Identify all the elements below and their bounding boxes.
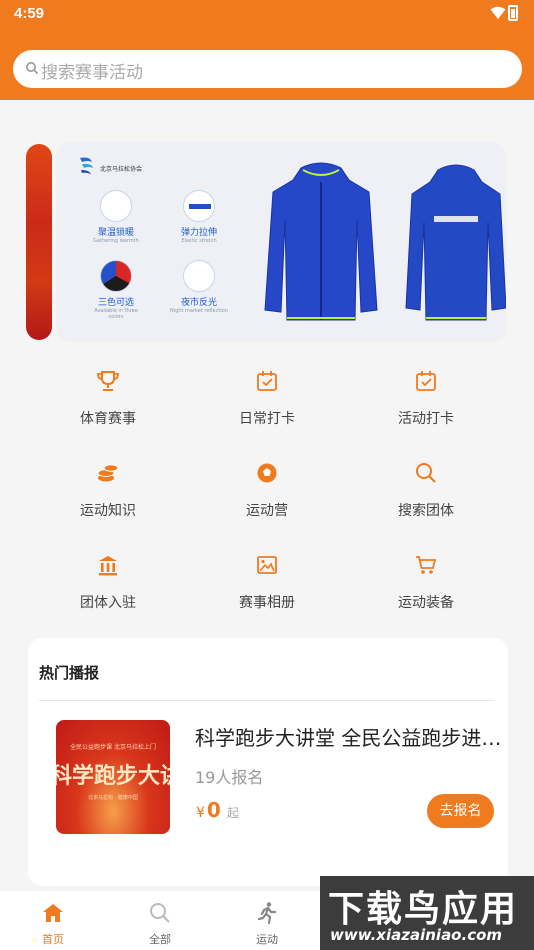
image-icon — [257, 556, 277, 574]
signup-button[interactable]: 去报名 — [427, 794, 494, 828]
banner-slide[interactable]: 北京马拉松协会 聚温锁暖 Gathering warmth 弹力拉伸 Elast… — [56, 142, 506, 342]
trophy-icon — [97, 371, 119, 391]
grid-item-search-groups[interactable]: 搜索团体 — [346, 460, 506, 540]
color-wheel-icon — [100, 260, 132, 292]
grid-item-sports-gear[interactable]: 运动装备 — [346, 552, 506, 632]
event-title[interactable]: 科学跑步大讲堂 全民公益跑步进校园 — [195, 722, 505, 751]
price-suffix: 起 — [226, 806, 239, 820]
search-placeholder: 搜索赛事活动 — [41, 63, 143, 83]
price-symbol: ¥ — [196, 805, 205, 821]
home-icon — [43, 904, 63, 922]
price-value: 0 — [206, 798, 221, 822]
price: ¥0 起 — [196, 798, 239, 822]
grid-item-sports-camp[interactable]: 运动营 — [187, 460, 347, 540]
search-input[interactable]: 搜索赛事活动 — [13, 50, 522, 88]
section-title: 热门播报 — [39, 664, 100, 682]
calendar-check-icon — [416, 371, 436, 391]
jacket-back-image — [405, 164, 506, 321]
reflect-icon — [183, 260, 215, 292]
building-icon — [99, 556, 117, 576]
feature-reflect: 夜市反光 Night market reflection — [169, 260, 229, 314]
status-bar: 4:59 — [0, 0, 534, 28]
search-icon — [150, 903, 170, 923]
hot-news-card: 热门播报 全民公益跑步课 北京马拉松上门 科学跑步大讲堂 北京马拉松 · 健康中… — [28, 638, 508, 886]
status-time: 4:59 — [14, 5, 45, 22]
search-icon — [416, 463, 436, 483]
watermark: 下载鸟应用 www.xiazainiao.com — [320, 876, 534, 950]
search-icon — [26, 62, 39, 75]
signup-count: 19人报名 — [195, 768, 264, 787]
feature-colors: 三色可选 Available in three colors — [86, 260, 146, 320]
ball-icon — [257, 463, 277, 483]
calendar-check-icon — [257, 371, 277, 391]
grid-item-activity-checkin[interactable]: 活动打卡 — [346, 368, 506, 448]
tab-sports[interactable]: 运动 — [227, 901, 307, 947]
wifi-icon — [490, 6, 506, 19]
divider — [39, 700, 495, 701]
stretch-icon — [183, 190, 215, 222]
cart-icon — [416, 556, 437, 574]
banner-carousel[interactable]: 北京马拉松协会 聚温锁暖 Gathering warmth 弹力拉伸 Elast… — [26, 142, 506, 342]
watermark-text: 下载鸟应用 — [328, 889, 519, 930]
tab-all[interactable]: 全部 — [120, 901, 200, 947]
feature-stretch: 弹力拉伸 Elastic stretch — [169, 190, 229, 244]
warmth-icon — [100, 190, 132, 222]
grid-item-event-album[interactable]: 赛事相册 — [187, 552, 347, 632]
banner-prev-slide[interactable] — [26, 144, 52, 340]
jacket-front-image — [264, 162, 378, 321]
grid-item-daily-checkin[interactable]: 日常打卡 — [187, 368, 347, 448]
coins-stack-icon — [97, 464, 119, 482]
battery-icon — [508, 5, 518, 21]
tab-home[interactable]: 首页 — [13, 901, 93, 947]
association-logo — [80, 157, 93, 174]
watermark-url: www.xiazainiao.com — [330, 926, 503, 944]
association-logo-text: 北京马拉松协会 — [100, 166, 143, 173]
event-thumbnail[interactable]: 全民公益跑步课 北京马拉松上门 科学跑步大讲堂 北京马拉松 · 健康中国 — [56, 720, 170, 834]
grid-item-group-join[interactable]: 团体入驻 — [28, 552, 188, 632]
runner-icon — [257, 902, 277, 925]
grid-item-sports-events[interactable]: 体育赛事 — [28, 368, 188, 448]
feature-warmth: 聚温锁暖 Gathering warmth — [86, 190, 146, 244]
grid-item-sports-knowledge[interactable]: 运动知识 — [28, 460, 188, 540]
